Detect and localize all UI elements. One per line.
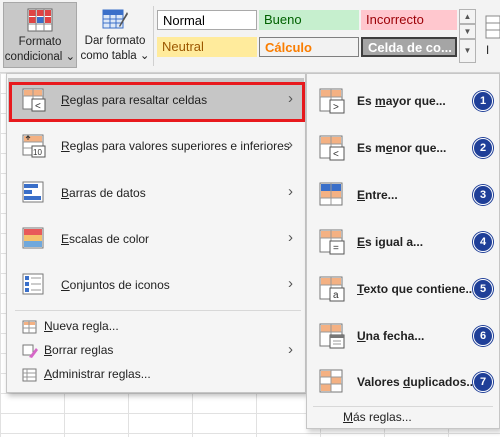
ribbon-separator — [153, 6, 154, 66]
svg-text:<: < — [35, 101, 41, 112]
submenu-item-label: Es menor que... — [357, 141, 447, 155]
menu-item-icon-sets[interactable]: Conjuntos de iconos › — [8, 263, 304, 307]
manage-rules-icon — [22, 368, 37, 382]
menu-item-color-scales[interactable]: Escalas de color › — [8, 217, 304, 261]
style-neutral[interactable]: Neutral — [157, 37, 257, 57]
submenu-item-date-occurring[interactable]: Una fecha... 6 — [307, 313, 499, 359]
calendar-icon — [319, 323, 345, 349]
chevron-right-icon: › — [288, 341, 293, 358]
ribbon: Formato condicional ⌄ Dar formato como t… — [0, 0, 500, 73]
text-contains-icon: a — [319, 276, 345, 302]
chevron-right-icon: › — [288, 275, 293, 292]
greater-than-icon: > — [319, 88, 345, 114]
styles-scroll-down-button[interactable]: ▼ — [459, 24, 476, 39]
submenu-item-label: Texto que contiene... — [357, 282, 476, 296]
menu-item-manage-rules[interactable]: Administrar reglas... — [8, 363, 304, 385]
step-badge-5: 5 — [473, 279, 493, 299]
style-calculo[interactable]: Cálculo — [259, 37, 359, 57]
chevron-right-icon: › — [288, 183, 293, 200]
menu-item-clear-rules[interactable]: Borrar reglas › — [8, 339, 304, 361]
submenu-item-label: Es mayor que... — [357, 94, 446, 108]
conditional-format-menu: < Reglas para resaltar celdas › 10 Regla… — [6, 73, 306, 393]
svg-text:10: 10 — [33, 148, 42, 157]
submenu-item-equal-to[interactable]: = Es igual a... 4 — [307, 219, 499, 265]
style-bueno[interactable]: Bueno — [259, 10, 359, 30]
menu-item-top-bottom-rules[interactable]: 10 Reglas para valores superiores e infe… — [8, 124, 304, 168]
step-badge-6: 6 — [473, 326, 493, 346]
chevron-down-icon: ⌄ — [139, 50, 150, 62]
menu-item-label: Barras de datos — [61, 186, 146, 200]
submenu-item-greater-than[interactable]: > Es mayor que... 1 — [307, 78, 499, 124]
format-as-table-icon — [102, 9, 128, 29]
submenu-item-label: Valores duplicados... — [357, 375, 477, 389]
between-icon — [319, 182, 343, 206]
submenu-item-more-rules[interactable]: Más reglas... — [343, 410, 412, 424]
menu-item-data-bars[interactable]: Barras de datos › — [8, 171, 304, 215]
chevron-right-icon: › — [288, 136, 293, 153]
format-as-table-button[interactable]: Dar formato como tabla ⌄ — [80, 2, 150, 68]
insert-cells-icon — [485, 15, 500, 39]
menu-item-label: Nueva regla... — [44, 319, 119, 333]
submenu-item-between[interactable]: Entre... 3 — [307, 172, 499, 218]
less-than-icon: < — [319, 135, 345, 161]
highlight-cells-rules-icon: < — [22, 88, 46, 112]
submenu-separator — [313, 406, 493, 407]
submenu-item-label: Es igual a... — [357, 235, 424, 249]
menu-item-label: Administrar reglas... — [44, 367, 151, 381]
conditional-format-button[interactable]: Formato condicional ⌄ — [3, 2, 77, 68]
svg-text:a: a — [333, 290, 339, 301]
submenu-item-text-contains[interactable]: a Texto que contiene... 5 — [307, 266, 499, 312]
style-incorrecto[interactable]: Incorrecto — [361, 10, 457, 30]
menu-item-label: Reglas para resaltar celdas — [61, 93, 208, 107]
svg-text:<: < — [333, 149, 339, 160]
menu-item-label: Escalas de color — [61, 232, 150, 246]
submenu-item-label: Una fecha... — [357, 329, 425, 343]
step-badge-1: 1 — [473, 91, 493, 111]
color-scales-icon — [22, 227, 44, 249]
format-as-table-label-1: Dar formato — [84, 35, 146, 47]
ribbon-right-label[interactable]: I — [486, 45, 489, 57]
svg-text:=: = — [333, 243, 339, 254]
submenu-item-duplicate-values[interactable]: Valores duplicados... 7 — [307, 359, 499, 405]
menu-separator — [15, 310, 301, 311]
top-bottom-rules-icon: 10 — [22, 134, 46, 158]
highlight-cells-rules-submenu: > Es mayor que... 1 < Es menor que... 2 … — [306, 73, 500, 429]
format-as-table-label-2: como tabla — [80, 50, 137, 62]
equal-to-icon: = — [319, 229, 345, 255]
duplicate-values-icon — [319, 369, 343, 393]
submenu-item-less-than[interactable]: < Es menor que... 2 — [307, 125, 499, 171]
data-bars-icon — [22, 181, 44, 203]
menu-item-highlight-cells-rules[interactable]: < Reglas para resaltar celdas › — [8, 78, 304, 122]
svg-text:>: > — [333, 102, 339, 113]
conditional-format-icon — [27, 8, 53, 32]
style-normal[interactable]: Normal — [157, 10, 257, 30]
chevron-down-icon: ⌄ — [65, 51, 76, 63]
menu-item-new-rule[interactable]: Nueva regla... — [8, 315, 304, 337]
menu-item-label: Reglas para valores superiores e inferio… — [61, 139, 290, 153]
conditional-format-label-2: condicional — [4, 51, 63, 63]
styles-scroll-up-button[interactable]: ▲ — [459, 9, 476, 24]
menu-item-label: Borrar reglas — [44, 343, 114, 357]
submenu-item-label: Entre... — [357, 188, 398, 202]
chevron-right-icon: › — [288, 229, 293, 246]
step-badge-7: 7 — [473, 372, 493, 392]
new-rule-icon — [22, 320, 37, 334]
clear-rules-icon — [22, 344, 38, 358]
icon-sets-icon — [22, 273, 44, 295]
styles-more-button[interactable]: ▼ — [459, 39, 476, 63]
conditional-format-label-1: Formato — [18, 36, 62, 48]
step-badge-4: 4 — [473, 232, 493, 252]
step-badge-3: 3 — [473, 185, 493, 205]
menu-item-label: Conjuntos de iconos — [61, 278, 170, 292]
step-badge-2: 2 — [473, 138, 493, 158]
style-celda-de-control[interactable]: Celda de co... — [361, 37, 457, 57]
chevron-right-icon: › — [288, 90, 293, 107]
